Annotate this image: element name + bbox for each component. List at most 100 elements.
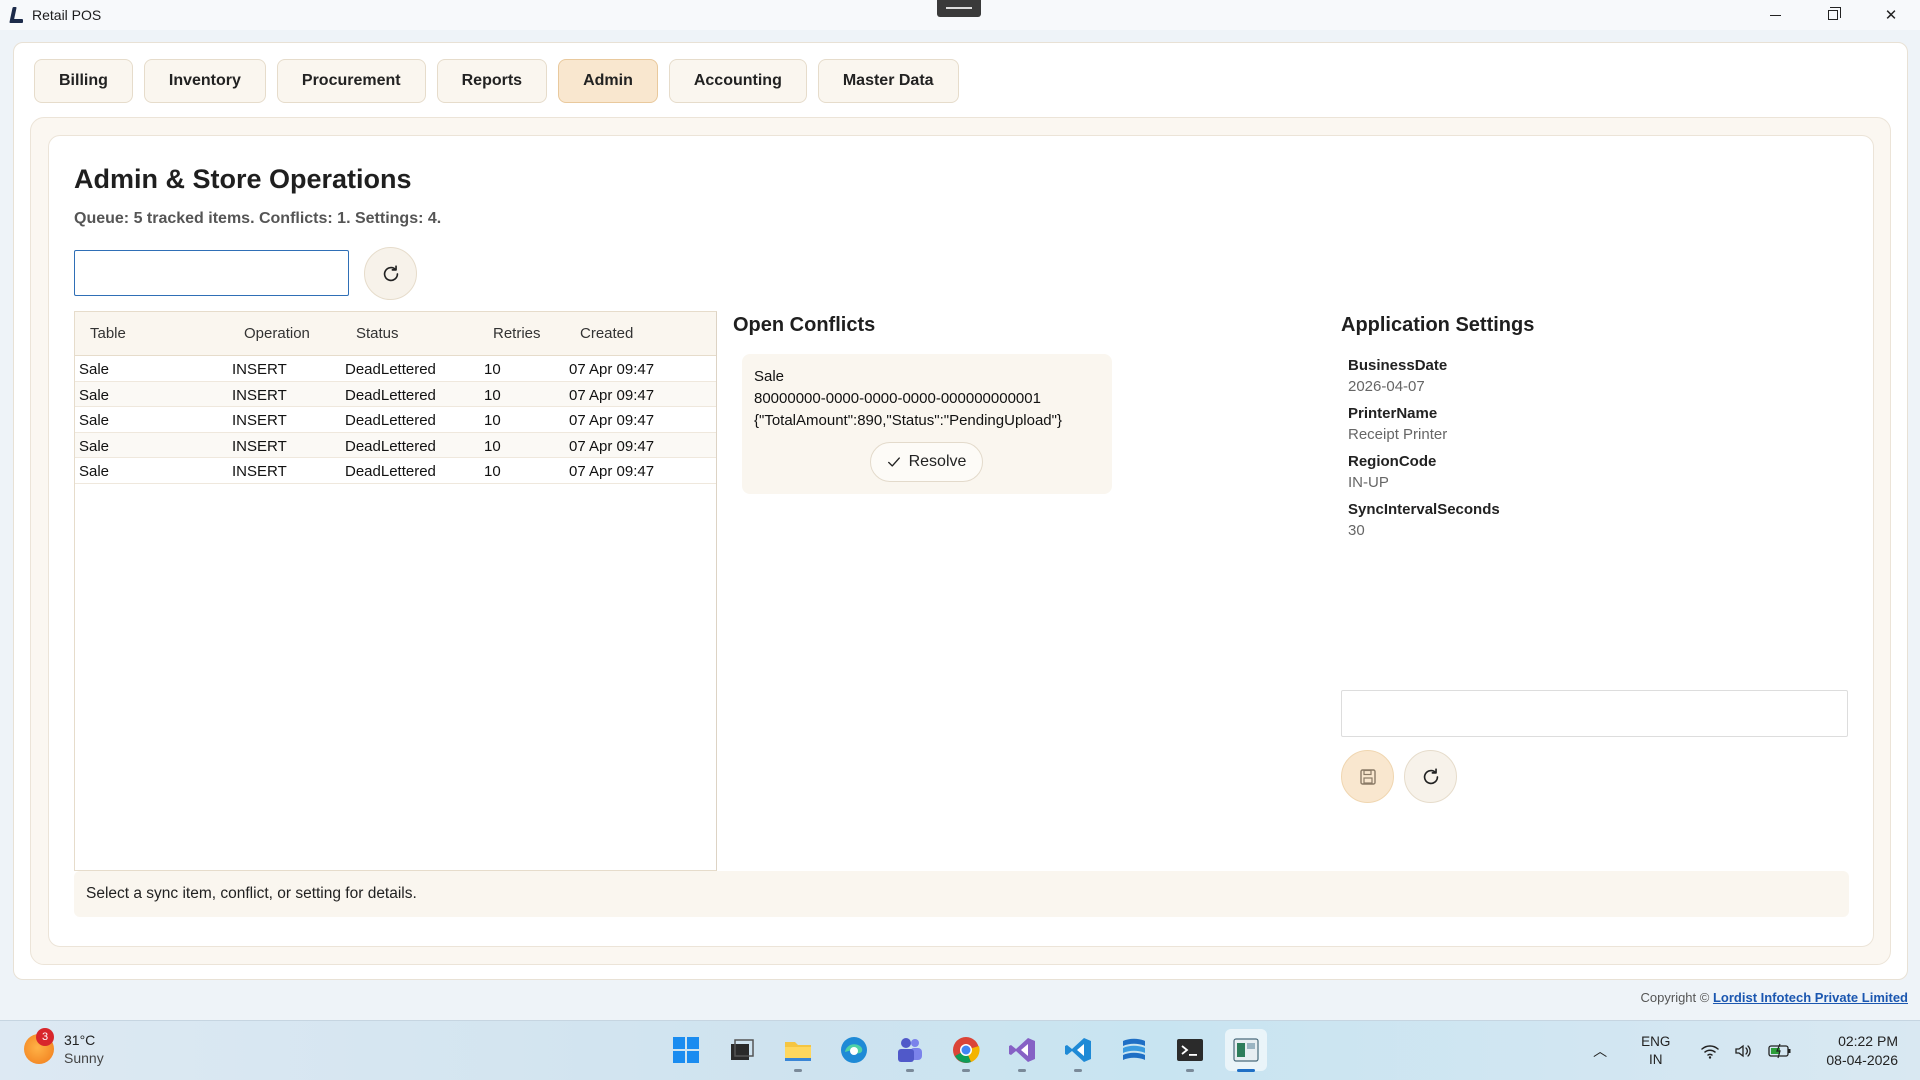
main-tabs: Billing Inventory Procurement Reports Ad… — [34, 59, 959, 103]
cell-created: 07 Apr 09:47 — [569, 386, 655, 404]
cell-retries: 10 — [484, 386, 501, 404]
resolve-label: Resolve — [908, 453, 967, 470]
close-icon: ✕ — [1884, 7, 1898, 24]
search-input[interactable] — [74, 250, 349, 296]
resolve-button[interactable]: Resolve — [870, 442, 983, 482]
cell-table: Sale — [79, 437, 110, 455]
setting-item[interactable]: SyncIntervalSeconds 30 — [1348, 500, 1500, 542]
cell-status: DeadLettered — [345, 412, 436, 429]
cell-created: 07 Apr 09:47 — [569, 437, 655, 455]
setting-value: Receipt Printer — [1348, 426, 1448, 443]
chevron-up-icon[interactable]: ︿ — [1593, 1041, 1607, 1061]
cell-operation: INSERT — [232, 361, 287, 378]
weather-temp: 31°C — [64, 1032, 96, 1048]
visual-studio-icon[interactable] — [1001, 1029, 1043, 1072]
conflict-id: 80000000-0000-0000-0000-000000000001 — [754, 390, 1041, 407]
app-logo-icon — [6, 6, 24, 24]
weather-widget[interactable]: 3 31°C Sunny — [24, 1028, 104, 1067]
copyright-label: Copyright © — [1640, 990, 1710, 1005]
running-indicator — [1074, 1069, 1082, 1072]
table-row[interactable]: Sale INSERT DeadLettered 10 07 Apr 09:47 — [75, 407, 716, 433]
terminal-icon[interactable] — [1169, 1029, 1211, 1072]
conflict-card[interactable]: Sale 80000000-0000-0000-0000-00000000000… — [742, 354, 1112, 494]
chrome-icon[interactable] — [945, 1029, 987, 1072]
battery-charging-icon — [1768, 1043, 1791, 1059]
refresh-icon — [1423, 767, 1438, 784]
cell-created: 07 Apr 09:47 — [569, 412, 655, 429]
table-row[interactable]: Sale INSERT DeadLettered 10 07 Apr 09:47 — [75, 432, 716, 458]
sun-icon: 3 — [24, 1028, 54, 1064]
admin-panel: Admin & Store Operations Queue: 5 tracke… — [48, 135, 1874, 947]
save-setting-button[interactable] — [1341, 750, 1394, 803]
tab-admin[interactable]: Admin — [558, 59, 658, 103]
table-row[interactable]: Sale INSERT DeadLettered 10 07 Apr 09:47 — [75, 381, 716, 407]
restore-button[interactable] — [1804, 0, 1862, 30]
close-button[interactable]: ✕ — [1862, 0, 1920, 30]
tab-accounting[interactable]: Accounting — [668, 59, 807, 103]
check-icon — [887, 457, 900, 467]
clock-time: 02:22 PM — [1838, 1033, 1898, 1049]
conflict-table: Sale — [754, 368, 785, 385]
column-header-status[interactable]: Status — [356, 325, 399, 342]
file-explorer-icon[interactable] — [777, 1029, 819, 1072]
cell-table: Sale — [79, 463, 110, 480]
refresh-queue-button[interactable] — [364, 247, 417, 300]
retail-pos-icon[interactable] — [1225, 1029, 1267, 1072]
cell-retries: 10 — [484, 463, 501, 480]
table-row[interactable]: Sale INSERT DeadLettered 10 07 Apr 09:47 — [75, 458, 716, 484]
running-indicator — [1237, 1069, 1255, 1072]
cell-table: Sale — [79, 386, 110, 404]
column-header-retries[interactable]: Retries — [493, 325, 541, 342]
tab-billing[interactable]: Billing — [34, 59, 133, 103]
clock[interactable]: 02:22 PM 08-04-2026 — [1826, 1032, 1898, 1070]
teams-icon[interactable] — [889, 1029, 931, 1072]
table-row[interactable]: Sale INSERT DeadLettered 10 07 Apr 09:47 — [75, 356, 716, 382]
setting-value: IN-UP — [1348, 474, 1389, 491]
quick-settings[interactable] — [1700, 1042, 1792, 1060]
refresh-settings-button[interactable] — [1404, 750, 1457, 803]
restore-icon — [1828, 7, 1841, 20]
weather-condition: Sunny — [64, 1050, 104, 1066]
tab-master-data[interactable]: Master Data — [817, 59, 959, 103]
running-indicator — [794, 1069, 802, 1072]
conflict-payload: {"TotalAmount":890,"Status":"PendingUplo… — [754, 412, 1062, 429]
window-controls: ✕ — [1746, 0, 1920, 30]
column-header-operation[interactable]: Operation — [244, 325, 310, 342]
snap-handle[interactable] — [937, 0, 981, 17]
tab-inventory[interactable]: Inventory — [143, 59, 266, 103]
cell-retries: 10 — [484, 361, 501, 378]
company-link[interactable]: Lordist Infotech Private Limited — [1713, 990, 1908, 1005]
cell-operation: INSERT — [232, 386, 287, 404]
cell-operation: INSERT — [232, 463, 287, 480]
open-conflicts-title: Open Conflicts — [733, 314, 876, 336]
cell-retries: 10 — [484, 437, 501, 455]
language-indicator[interactable]: ENG IN — [1641, 1033, 1670, 1069]
setting-item[interactable]: RegionCode IN-UP — [1348, 452, 1500, 494]
admin-outer-panel: Admin & Store Operations Queue: 5 tracke… — [30, 117, 1891, 965]
tab-procurement[interactable]: Procurement — [276, 59, 426, 103]
notification-badge: 3 — [36, 1028, 54, 1046]
cell-table: Sale — [79, 361, 110, 378]
cell-table: Sale — [79, 412, 110, 429]
settings-list: BusinessDate 2026-04-07 PrinterName Rece… — [1348, 356, 1500, 548]
start-icon[interactable] — [665, 1029, 707, 1071]
page-subtitle: Queue: 5 tracked items. Conflicts: 1. Se… — [74, 210, 442, 227]
setting-value-input[interactable] — [1341, 690, 1848, 737]
save-icon — [1359, 768, 1376, 785]
setting-item[interactable]: PrinterName Receipt Printer — [1348, 404, 1500, 446]
title-bar: Retail POS ✕ — [0, 0, 1920, 30]
wifi-icon — [1701, 1045, 1720, 1059]
azure-data-studio-icon[interactable] — [1113, 1029, 1155, 1071]
vscode-icon[interactable] — [1057, 1029, 1099, 1072]
cell-operation: INSERT — [232, 412, 287, 429]
column-header-created[interactable]: Created — [580, 325, 633, 342]
task-view-icon[interactable] — [721, 1029, 763, 1071]
tab-reports[interactable]: Reports — [436, 59, 548, 103]
setting-item[interactable]: BusinessDate 2026-04-07 — [1348, 356, 1500, 398]
edge-icon[interactable] — [833, 1029, 875, 1071]
weather-text: 31°C Sunny — [64, 1031, 104, 1067]
setting-key: BusinessDate — [1348, 357, 1448, 374]
language-line1: ENG — [1641, 1034, 1671, 1049]
minimize-button[interactable] — [1746, 0, 1804, 30]
column-header-table[interactable]: Table — [90, 325, 126, 342]
